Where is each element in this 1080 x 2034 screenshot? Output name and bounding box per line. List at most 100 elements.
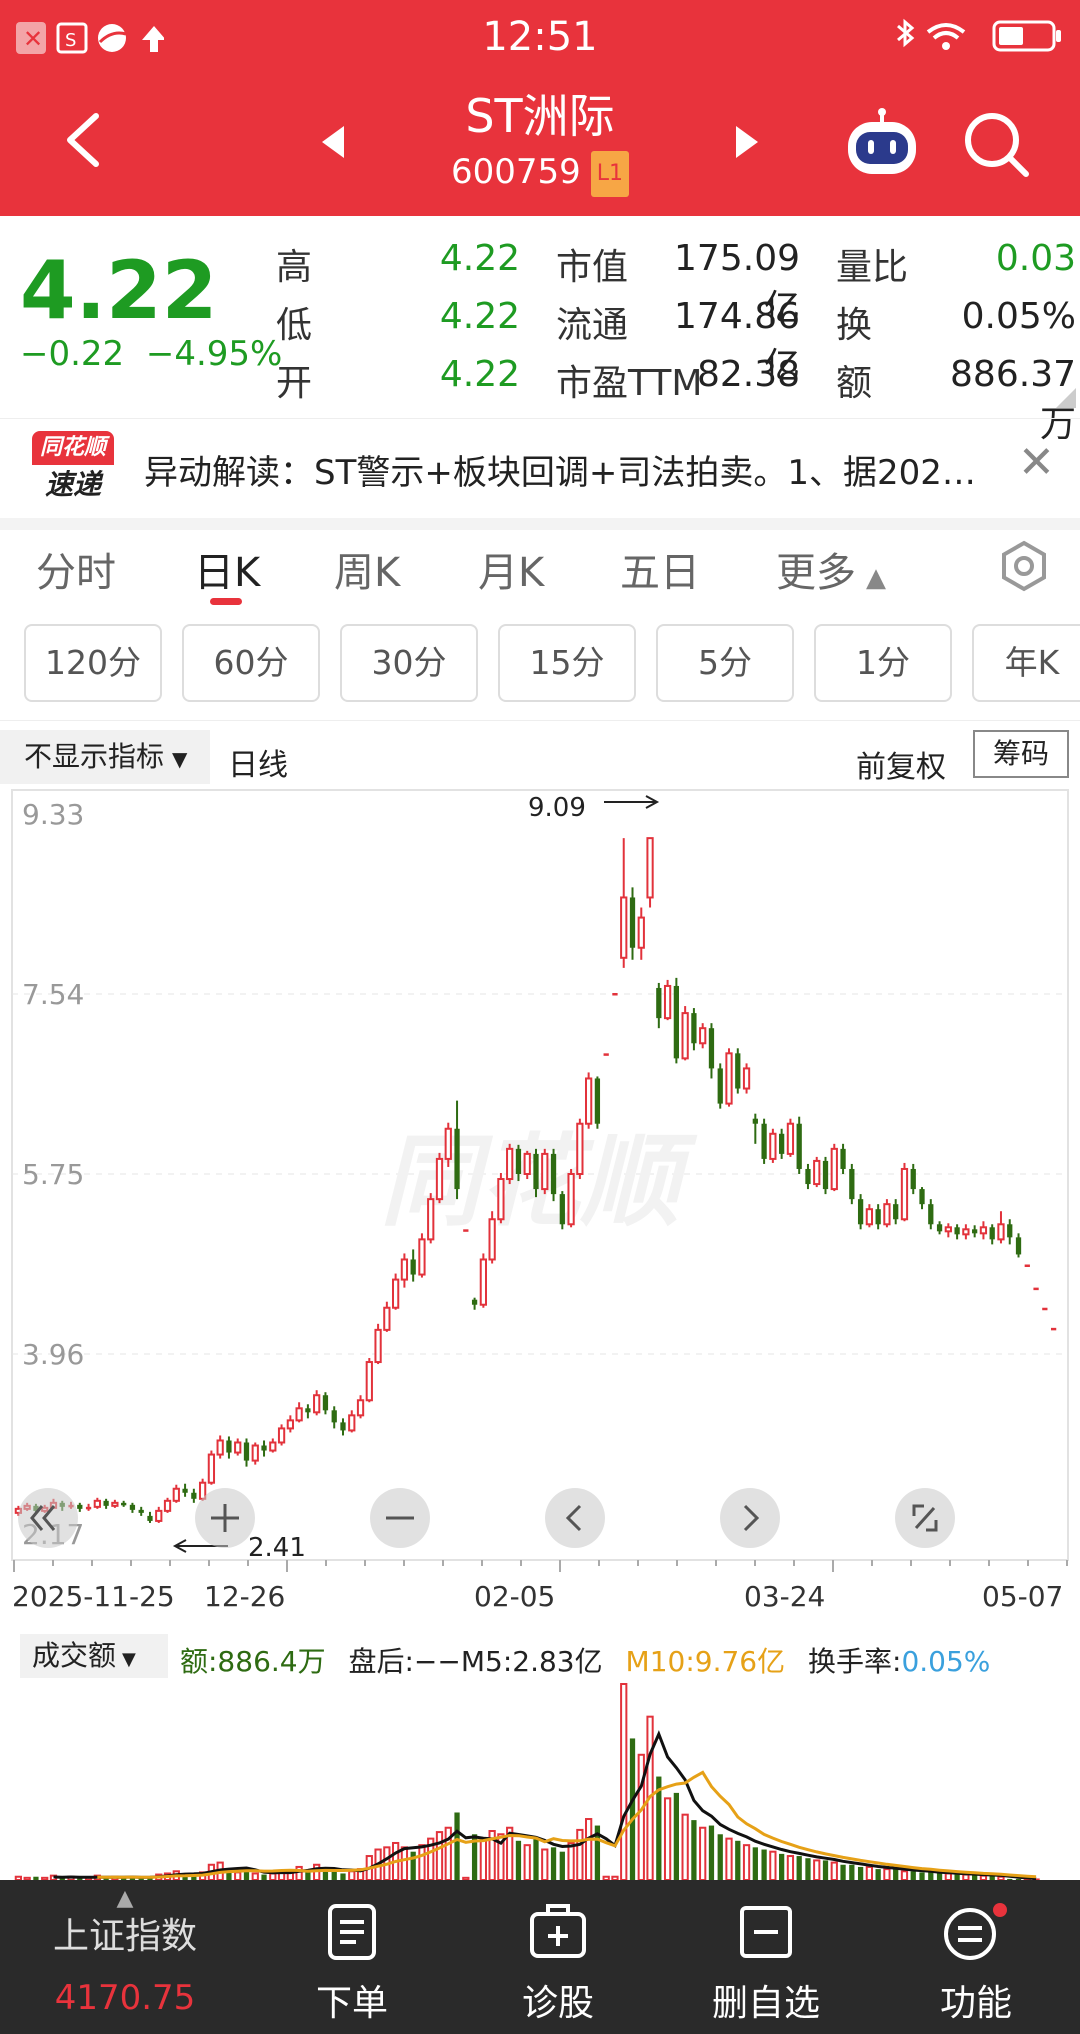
x-tick-label: 05-07	[982, 1580, 1063, 1613]
robot-assistant-icon[interactable]	[842, 108, 922, 180]
zoom-out-button[interactable]	[370, 1488, 430, 1548]
tab-daily-k[interactable]: 日K	[194, 540, 260, 598]
candle	[216, 1435, 224, 1459]
caret-up-icon: ▲	[116, 1886, 134, 1911]
volume-bar	[857, 1866, 864, 1880]
candle	[1024, 1264, 1030, 1268]
nav-order[interactable]: 下单	[262, 1902, 442, 2026]
chips-button[interactable]: 筹码	[973, 730, 1069, 778]
close-icon[interactable]: ✕	[1018, 437, 1055, 488]
volume-bar	[663, 1797, 672, 1880]
candle	[708, 1023, 715, 1079]
news-logo: 同花顺 速递	[32, 431, 114, 507]
news-text[interactable]: 异动解读：ST警示+板块回调+司法拍卖。1、据202…	[144, 445, 1004, 494]
zoom-in-button[interactable]	[195, 1488, 255, 1548]
diagnose-icon	[530, 1904, 586, 1958]
tab-monthly-k[interactable]: 月K	[478, 540, 544, 598]
period-1min[interactable]: 1分	[814, 624, 952, 702]
candle	[725, 1048, 733, 1107]
candle	[523, 1150, 531, 1180]
candle	[567, 1168, 575, 1228]
fullscreen-button[interactable]	[895, 1488, 955, 1548]
volume-bar	[725, 1837, 733, 1880]
candle	[830, 1143, 838, 1192]
candle	[663, 979, 672, 1021]
m10-value: M10:9.76亿	[625, 1645, 786, 1678]
volume-bar	[786, 1855, 795, 1880]
adjust-select[interactable]: 前复权	[856, 742, 946, 786]
x-tick-label: 02-05	[474, 1580, 555, 1613]
nav-diagnose[interactable]: 诊股	[468, 1902, 648, 2026]
settings-icon[interactable]	[998, 540, 1050, 592]
volume-bar	[910, 1871, 916, 1880]
candle	[997, 1211, 1005, 1244]
period-30min[interactable]: 30分	[340, 624, 478, 702]
x-tick-label: 12-26	[204, 1580, 285, 1613]
period-yearly-k[interactable]: 年K	[972, 624, 1080, 702]
volume-amount: 额:886.4万	[180, 1645, 326, 1678]
candle	[944, 1223, 952, 1238]
candle	[796, 1116, 802, 1174]
volume-bar	[629, 1738, 636, 1880]
candle	[454, 1100, 460, 1200]
tab-weekly-k[interactable]: 周K	[334, 540, 400, 598]
corner-triangle-icon	[1056, 388, 1076, 408]
period-120min[interactable]: 120分	[24, 624, 162, 702]
period-5min[interactable]: 5分	[656, 624, 794, 702]
volume-bar	[620, 1683, 628, 1880]
pan-left-button[interactable]	[545, 1488, 605, 1548]
volume-indicator-select[interactable]: 成交额 ▼	[20, 1634, 168, 1678]
remove-watchlist-icon	[740, 1906, 792, 1958]
candle	[893, 1199, 899, 1225]
candle	[637, 907, 645, 960]
candle	[752, 1113, 758, 1144]
nav-remove-watchlist[interactable]: 删自选	[676, 1902, 856, 2026]
tab-more[interactable]: 更多 ▲	[776, 540, 886, 598]
y-tick-label: 9.33	[22, 798, 84, 831]
volume-bar	[637, 1753, 645, 1880]
news-bar[interactable]: 同花顺 速递 异动解读：ST警示+板块回调+司法拍卖。1、据202… ✕	[0, 418, 1080, 518]
period-15min[interactable]: 15分	[498, 624, 636, 702]
volume-bar	[900, 1870, 909, 1880]
candle	[471, 1297, 478, 1310]
candle	[226, 1436, 232, 1459]
tab-five-day[interactable]: 五日	[620, 540, 700, 598]
candle	[374, 1323, 382, 1365]
news-logo-bottom: 速递	[44, 468, 101, 501]
candle	[735, 1048, 741, 1094]
index-ticker[interactable]: ▲ 上证指数 4170.75	[30, 1886, 220, 2026]
candle	[742, 1063, 751, 1094]
change-amount: −0.22	[20, 334, 125, 374]
turnover-rate-label: 换手率:	[808, 1645, 902, 1678]
candle	[488, 1211, 496, 1264]
volume-bar	[742, 1844, 751, 1880]
candle	[1015, 1233, 1022, 1258]
search-icon[interactable]	[962, 110, 1032, 180]
candle	[875, 1204, 881, 1230]
chart-scroll-left-button[interactable]	[18, 1488, 78, 1548]
nav-functions[interactable]: 功能	[886, 1902, 1066, 2026]
candle	[322, 1392, 329, 1415]
pan-right-button[interactable]	[720, 1488, 780, 1548]
tab-intraday[interactable]: 分时	[36, 540, 116, 598]
candlestick-chart[interactable]: 同花顺 9.337.545.753.962.17 9.09 2.41 2025-…	[0, 786, 1080, 1626]
candle	[910, 1163, 916, 1195]
candle	[541, 1148, 549, 1195]
candle	[463, 1229, 469, 1232]
volume-bar	[928, 1872, 934, 1880]
period-60min[interactable]: 60分	[182, 624, 320, 702]
turnover-rate-value: 0.05%	[901, 1645, 991, 1678]
candle	[1050, 1327, 1057, 1331]
next-stock-icon[interactable]	[730, 122, 764, 162]
volume-legend: 额:886.4万 盘后:−−M5:2.83亿 M10:9.76亿 换手率:0.0…	[180, 1640, 990, 1680]
candle	[418, 1233, 426, 1278]
volume-bar	[400, 1846, 409, 1880]
tab-more-label: 更多	[776, 550, 856, 596]
volume-bar	[533, 1838, 539, 1880]
candle	[919, 1187, 925, 1210]
indicator-select[interactable]: 不显示指标 ▼	[0, 730, 210, 784]
candle	[138, 1506, 144, 1516]
candle	[972, 1225, 978, 1238]
back-icon[interactable]	[58, 110, 108, 170]
caret-down-icon: ▼	[172, 747, 188, 771]
